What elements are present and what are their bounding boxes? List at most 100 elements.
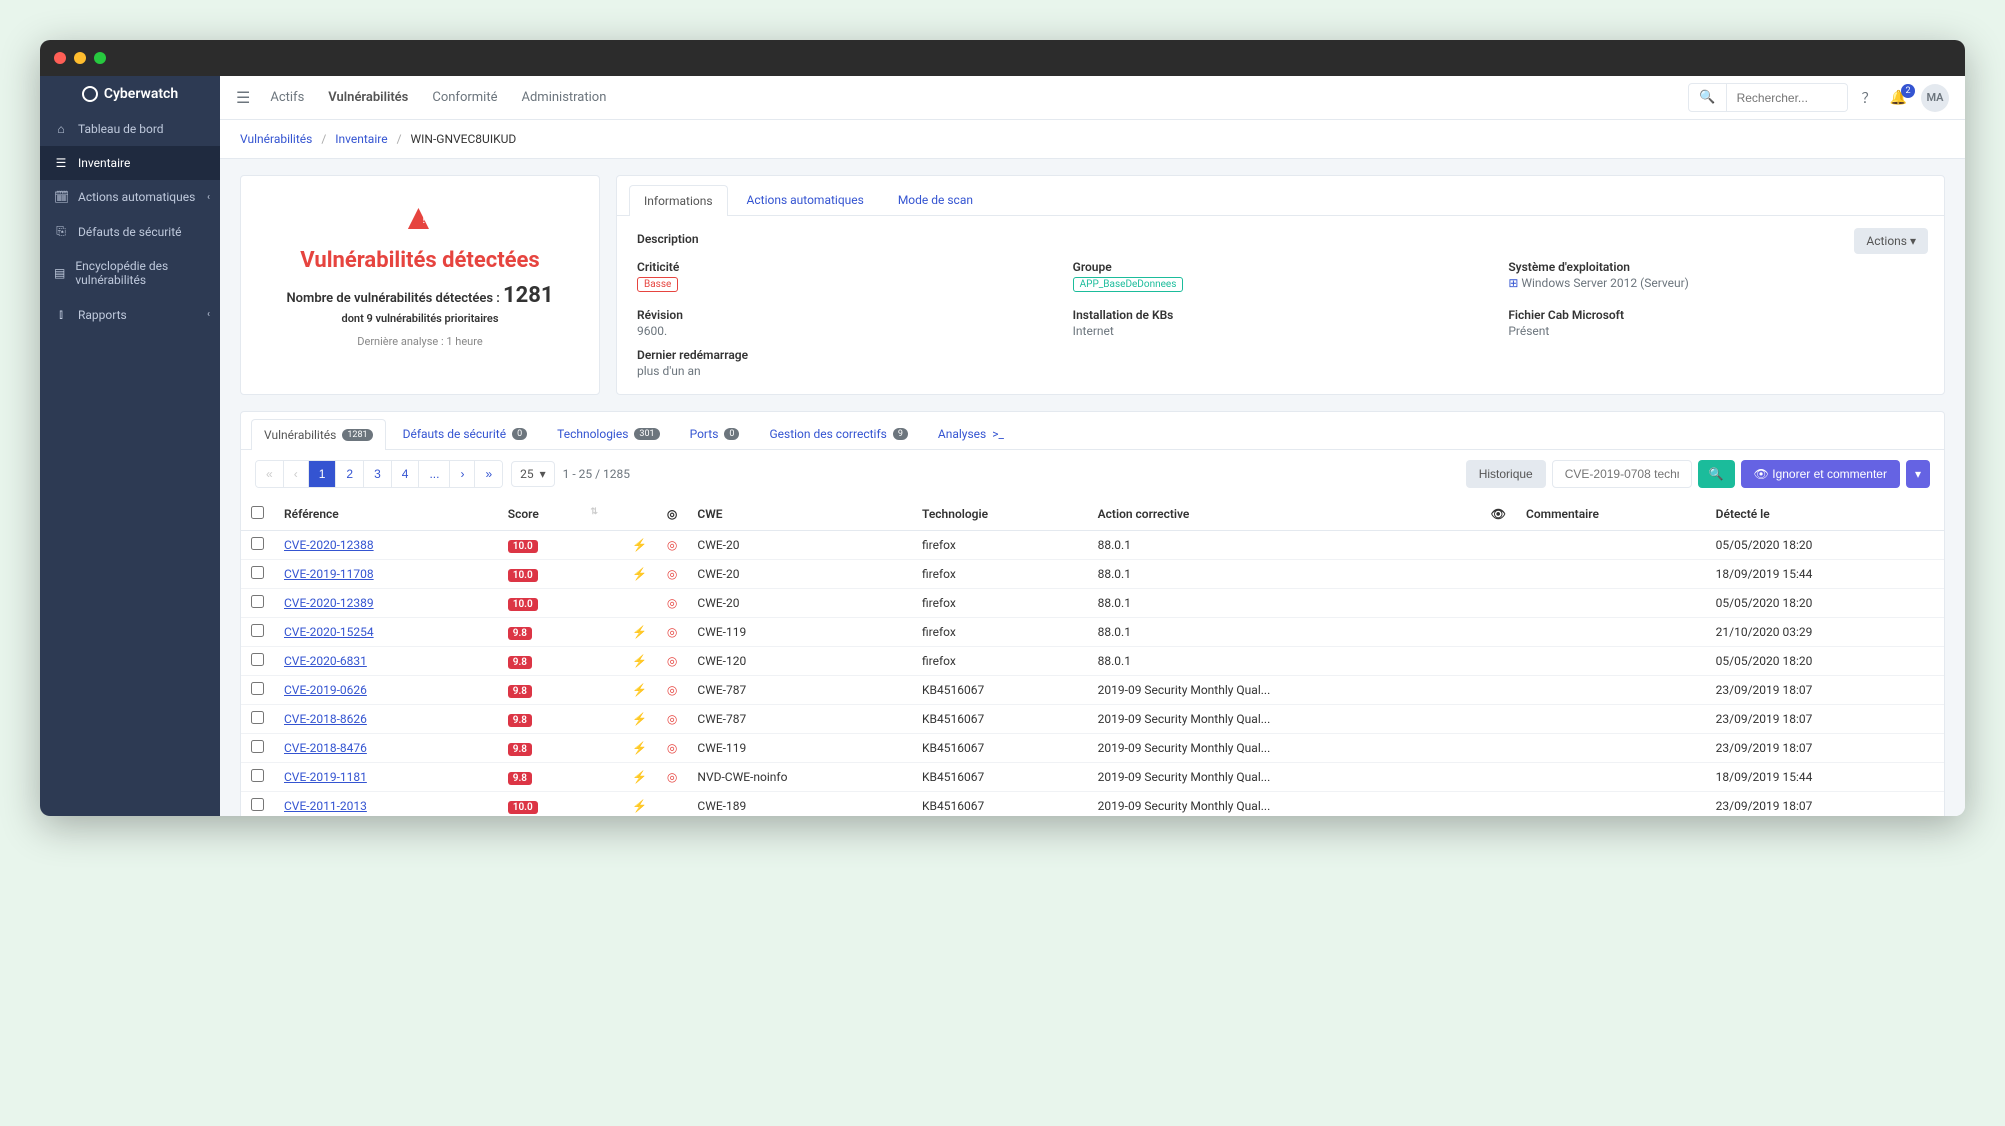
table-tab-0[interactable]: Vulnérabilités1281 — [251, 419, 386, 450]
row-checkbox[interactable] — [251, 682, 264, 695]
sidebar-label: Tableau de bord — [78, 122, 164, 136]
sidebar-item-5[interactable]: ⫾Rapports‹ — [40, 297, 220, 332]
sidebar-item-4[interactable]: ▤Encyclopédie des vulnérabilités — [40, 249, 220, 297]
row-checkbox[interactable] — [251, 566, 264, 579]
page-size-select[interactable]: 25 ▾ — [511, 461, 554, 487]
minimize-window-button[interactable] — [74, 52, 86, 64]
brand-name: Cyberwatch — [104, 86, 178, 102]
table-tab-4[interactable]: Gestion des correctifs9 — [756, 418, 920, 449]
select-all-checkbox[interactable] — [251, 506, 264, 519]
table-row: CVE-2019-11708 10.0 ⚡ ◎ CWE-20 firefox 8… — [241, 560, 1944, 589]
sidebar-item-3[interactable]: ⎘Défauts de sécurité — [40, 214, 220, 249]
description-label: Description — [637, 232, 1924, 246]
chevron-left-icon: ‹ — [207, 192, 210, 203]
topnav-link-0[interactable]: Actifs — [270, 90, 304, 105]
row-checkbox[interactable] — [251, 769, 264, 782]
ignore-dropdown-button[interactable]: ▾ — [1906, 460, 1930, 488]
table-tab-5[interactable]: Analyses>_ — [925, 418, 1017, 449]
sidebar-label: Actions automatiques — [78, 190, 195, 204]
page-1[interactable]: 1 — [309, 461, 337, 487]
maximize-window-button[interactable] — [94, 52, 106, 64]
global-search-input[interactable] — [1727, 85, 1847, 111]
page-first[interactable]: « — [256, 461, 284, 487]
table-row: CVE-2018-8476 9.8 ⚡ ◎ CWE-119 KB4516067 … — [241, 734, 1944, 763]
cve-link[interactable]: CVE-2011-2013 — [284, 799, 367, 813]
actions-dropdown[interactable]: Actions ▾ — [1854, 228, 1928, 254]
cve-link[interactable]: CVE-2019-1181 — [284, 770, 367, 784]
score-badge: 10.0 — [508, 598, 538, 611]
cve-link[interactable]: CVE-2020-6831 — [284, 654, 367, 668]
search-icon[interactable]: 🔍 — [1689, 84, 1726, 111]
target-icon: ◎ — [667, 567, 677, 581]
row-checkbox[interactable] — [251, 537, 264, 550]
target-icon: ◎ — [667, 625, 677, 639]
top-nav: ☰ Actifs Vulnérabilités Conformité Administ… — [220, 76, 1965, 120]
page-4[interactable]: 4 — [392, 461, 420, 487]
info-tab-0[interactable]: Informations — [629, 185, 728, 216]
close-window-button[interactable] — [54, 52, 66, 64]
table-tab-2[interactable]: Technologies301 — [544, 418, 672, 449]
cve-link[interactable]: CVE-2018-8476 — [284, 741, 367, 755]
sidebar-item-2[interactable]: 🗓Actions automatiques‹ — [40, 180, 220, 214]
menu-toggle-icon[interactable]: ☰ — [236, 88, 250, 107]
page-...[interactable]: ... — [419, 461, 450, 487]
pagination: «‹1234...›» — [255, 460, 503, 488]
score-badge: 10.0 — [508, 801, 538, 814]
history-button[interactable]: Historique — [1466, 460, 1546, 488]
exploit-icon: ⚡ — [632, 770, 647, 784]
cve-link[interactable]: CVE-2019-11708 — [284, 567, 374, 581]
cve-link[interactable]: CVE-2020-15254 — [284, 625, 374, 639]
exploit-icon: ⚡ — [632, 799, 647, 813]
warning-icon: ▲! — [261, 196, 579, 238]
notifications-icon[interactable]: 🔔2 — [1890, 90, 1907, 106]
page-prev[interactable]: ‹ — [284, 461, 309, 487]
page-2[interactable]: 2 — [336, 461, 364, 487]
cve-filter-input[interactable] — [1552, 460, 1692, 488]
brand-logo: Cyberwatch — [40, 76, 220, 112]
filter-search-button[interactable]: 🔍 — [1698, 460, 1735, 488]
score-badge: 9.8 — [508, 656, 532, 669]
exploit-icon: ⚡ — [632, 567, 647, 581]
table-row: CVE-2011-2013 10.0 ⚡ CWE-189 KB4516067 2… — [241, 792, 1944, 817]
page-»[interactable]: » — [475, 461, 502, 487]
target-icon: ◎ — [667, 596, 677, 610]
cve-link[interactable]: CVE-2019-0626 — [284, 683, 367, 697]
group-badge[interactable]: APP_BaseDeDonnees — [1073, 277, 1184, 292]
row-checkbox[interactable] — [251, 595, 264, 608]
info-tab-1[interactable]: Actions automatiques — [732, 184, 879, 215]
score-badge: 9.8 — [508, 743, 532, 756]
breadcrumb-inventory[interactable]: Inventaire — [335, 132, 387, 146]
table-tab-1[interactable]: Défauts de sécurité0 — [390, 418, 541, 449]
page-›[interactable]: › — [450, 461, 475, 487]
cve-link[interactable]: CVE-2020-12388 — [284, 538, 374, 552]
table-row: CVE-2018-8626 9.8 ⚡ ◎ CWE-787 KB4516067 … — [241, 705, 1944, 734]
sidebar-item-0[interactable]: ⌂Tableau de bord — [40, 112, 220, 146]
page-3[interactable]: 3 — [364, 461, 392, 487]
row-checkbox[interactable] — [251, 624, 264, 637]
vuln-last-analysis: Dernière analyse : 1 heure — [261, 335, 579, 348]
sidebar-icon: ▤ — [54, 266, 65, 280]
score-badge: 10.0 — [508, 540, 538, 553]
row-checkbox[interactable] — [251, 740, 264, 753]
breadcrumb-vulnerabilities[interactable]: Vulnérabilités — [240, 132, 312, 146]
cve-link[interactable]: CVE-2018-8626 — [284, 712, 367, 726]
topnav-link-2[interactable]: Conformité — [432, 90, 497, 105]
table-row: CVE-2020-6831 9.8 ⚡ ◎ CWE-120 firefox 88… — [241, 647, 1944, 676]
asset-info-card: InformationsActions automatiquesMode de … — [616, 175, 1945, 395]
sidebar-item-1[interactable]: ☰Inventaire — [40, 146, 220, 180]
sidebar-label: Rapports — [78, 308, 127, 322]
topnav-link-1[interactable]: Vulnérabilités — [328, 90, 408, 105]
help-icon[interactable]: ？ — [1862, 88, 1876, 108]
user-avatar[interactable]: MA — [1921, 84, 1949, 112]
sidebar-icon: ☰ — [54, 156, 68, 170]
brand-icon — [82, 86, 98, 102]
topnav-link-3[interactable]: Administration — [521, 90, 606, 105]
score-badge: 9.8 — [508, 772, 532, 785]
row-checkbox[interactable] — [251, 653, 264, 666]
row-checkbox[interactable] — [251, 711, 264, 724]
ignore-comment-button[interactable]: 👁 Ignorer et commenter — [1741, 460, 1900, 488]
row-checkbox[interactable] — [251, 798, 264, 811]
info-tab-2[interactable]: Mode de scan — [883, 184, 988, 215]
cve-link[interactable]: CVE-2020-12389 — [284, 596, 374, 610]
table-tab-3[interactable]: Ports0 — [677, 418, 753, 449]
